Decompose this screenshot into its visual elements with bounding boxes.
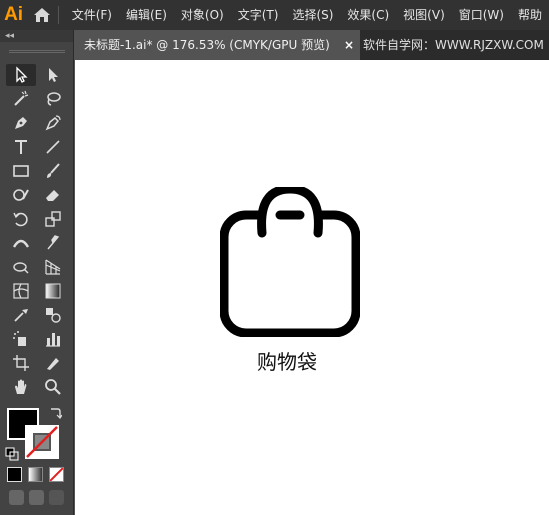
tab-second[interactable]: 软件自学网：WWW.RJZXW.COM <box>360 30 544 60</box>
draw-inside-icon[interactable] <box>49 490 64 505</box>
line-segment-tool-icon[interactable] <box>38 136 68 158</box>
menu-object[interactable]: 对象(O) <box>174 0 231 30</box>
rotate-tool-icon[interactable] <box>6 208 36 230</box>
artboard-tool-icon[interactable] <box>6 352 36 374</box>
tab-document-label: 未标题-1.ai* @ 176.53% (CMYK/GPU 预览) <box>84 38 330 52</box>
document-tabs: 未标题-1.ai* @ 176.53% (CMYK/GPU 预览) × 软件自学… <box>0 30 549 60</box>
artboard-canvas[interactable]: 购物袋 <box>75 60 549 515</box>
shape-builder-tool-icon[interactable] <box>6 256 36 278</box>
zoom-tool-icon[interactable] <box>38 376 68 398</box>
menu-file[interactable]: 文件(F) <box>65 0 119 30</box>
rectangle-tool-icon[interactable] <box>6 160 36 182</box>
hand-tool-icon[interactable] <box>6 376 36 398</box>
pen-tool-icon[interactable] <box>6 112 36 134</box>
stroke-color-swatch[interactable] <box>25 425 59 459</box>
selection-tool-icon[interactable] <box>6 64 36 86</box>
app-logo: Ai <box>4 4 24 25</box>
perspective-grid-tool-icon[interactable] <box>38 256 68 278</box>
mesh-tool-icon[interactable] <box>6 280 36 302</box>
type-tool-icon[interactable] <box>6 136 36 158</box>
blend-tool-icon[interactable] <box>38 304 68 326</box>
shaper-tool-icon[interactable] <box>6 184 36 206</box>
draw-behind-icon[interactable] <box>29 490 44 505</box>
scale-tool-icon[interactable] <box>38 208 68 230</box>
color-mode-icon[interactable] <box>7 467 22 482</box>
toolbar-grip[interactable] <box>0 42 73 60</box>
menu-type[interactable]: 文字(T) <box>231 0 286 30</box>
column-graph-tool-icon[interactable] <box>38 328 68 350</box>
symbol-sprayer-tool-icon[interactable] <box>6 328 36 350</box>
lasso-tool-icon[interactable] <box>38 88 68 110</box>
menu-edit[interactable]: 编辑(E) <box>119 0 174 30</box>
artwork-caption[interactable]: 购物袋 <box>257 346 317 375</box>
width-tool-icon[interactable] <box>6 232 36 254</box>
curvature-tool-icon[interactable] <box>38 112 68 134</box>
tab-document[interactable]: 未标题-1.ai* @ 176.53% (CMYK/GPU 预览) × <box>74 30 360 60</box>
swap-fill-stroke-icon[interactable] <box>48 405 63 424</box>
shopping-bag-icon[interactable] <box>220 187 360 337</box>
none-mode-icon[interactable] <box>49 467 64 482</box>
eraser-tool-icon[interactable] <box>38 184 68 206</box>
toolbar-collapse-icon[interactable]: ◂◂ <box>0 30 73 42</box>
draw-normal-icon[interactable] <box>9 490 24 505</box>
tab-close-icon[interactable]: × <box>344 30 354 60</box>
tools-panel: ◂◂ <box>0 30 74 515</box>
direct-selection-tool-icon[interactable] <box>38 64 68 86</box>
menu-view[interactable]: 视图(V) <box>396 0 452 30</box>
magic-wand-tool-icon[interactable] <box>6 88 36 110</box>
menu-divider <box>57 6 59 24</box>
menu-help[interactable]: 帮助 <box>511 0 549 30</box>
default-fill-stroke-icon[interactable] <box>5 446 19 465</box>
eyedropper-tool-icon[interactable] <box>6 304 36 326</box>
menu-bar: Ai 文件(F) 编辑(E) 对象(O) 文字(T) 选择(S) 效果(C) 视… <box>0 0 549 30</box>
home-icon[interactable] <box>27 0 56 30</box>
menu-select[interactable]: 选择(S) <box>285 0 340 30</box>
menu-window[interactable]: 窗口(W) <box>452 0 511 30</box>
puppet-warp-tool-icon[interactable] <box>38 232 68 254</box>
gradient-mode-icon[interactable] <box>28 467 43 482</box>
gradient-tool-icon[interactable] <box>38 280 68 302</box>
paintbrush-tool-icon[interactable] <box>38 160 68 182</box>
menu-effect[interactable]: 效果(C) <box>340 0 396 30</box>
slice-tool-icon[interactable] <box>38 352 68 374</box>
